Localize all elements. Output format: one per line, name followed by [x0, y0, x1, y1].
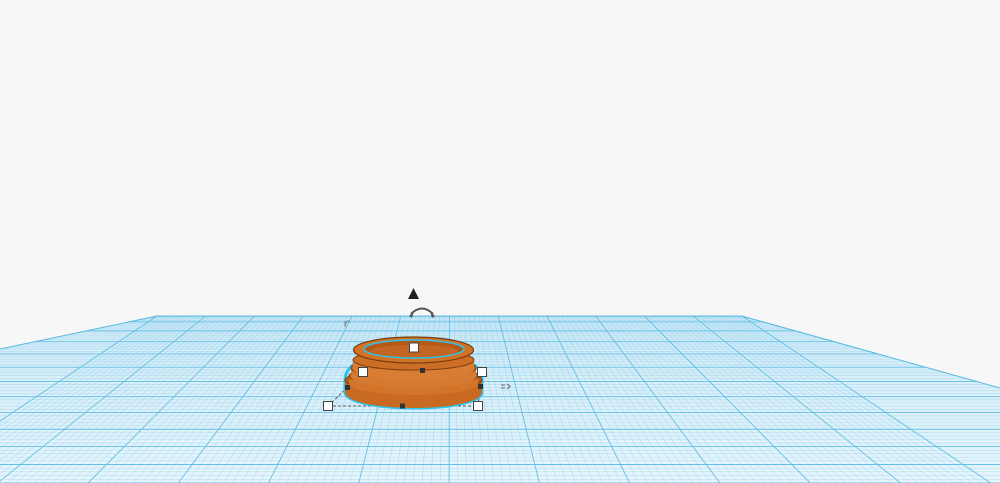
workplane-surface[interactable] — [0, 316, 1000, 483]
bottom-right-corner-handle[interactable] — [473, 401, 483, 411]
right-side-handle[interactable] — [477, 367, 487, 377]
right-mid-marker[interactable] — [478, 384, 483, 389]
3d-workspace-viewport[interactable] — [0, 0, 1000, 483]
triangle-up-icon[interactable] — [408, 288, 419, 299]
left-mid-marker[interactable] — [345, 385, 350, 390]
center-marker[interactable] — [420, 368, 425, 373]
top-height-handle[interactable] — [409, 342, 419, 353]
left-side-handle[interactable] — [358, 367, 368, 377]
bottom-left-corner-handle[interactable] — [323, 401, 333, 411]
bottom-mid-handle[interactable] — [400, 403, 405, 409]
3d-scene[interactable] — [0, 0, 1000, 483]
workplane-grid[interactable] — [0, 315, 1000, 483]
